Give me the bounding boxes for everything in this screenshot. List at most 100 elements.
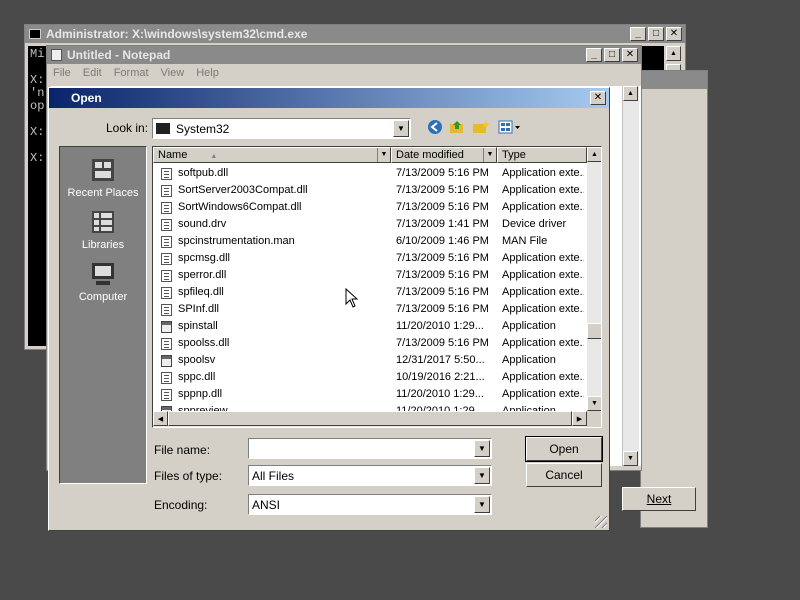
menu-edit[interactable]: Edit — [83, 67, 102, 79]
chevron-down-icon[interactable]: ▼ — [377, 148, 390, 162]
look-in-dropdown[interactable]: System32 ▼ — [152, 118, 411, 139]
notepad-close-button[interactable]: ✕ — [622, 48, 638, 62]
view-menu-icon[interactable] — [497, 118, 523, 136]
file-type-dropdown[interactable]: All Files ▼ — [248, 465, 492, 486]
file-row[interactable]: sppnp.dll 11/20/2010 1:29... Application e… — [153, 386, 585, 403]
menu-file[interactable]: File — [53, 67, 71, 79]
place-label: Computer — [78, 291, 128, 303]
file-row[interactable]: spcinstrumentation.man 6/10/2009 1:46 PM M… — [153, 233, 585, 250]
chevron-down-icon[interactable]: ▼ — [483, 148, 496, 162]
cmd-close-button[interactable]: ✕ — [666, 27, 682, 41]
file-icon — [161, 218, 172, 231]
open-button[interactable]: Open — [525, 436, 603, 462]
file-name-text: SPInf.dll — [178, 303, 219, 315]
chevron-down-icon[interactable]: ▼ — [474, 496, 490, 513]
notepad-app-icon — [51, 49, 62, 61]
menu-view[interactable]: View — [161, 67, 185, 79]
cmd-scroll-up-icon[interactable]: ▲ — [666, 46, 681, 61]
file-name-input[interactable]: ▼ — [248, 438, 492, 459]
file-row[interactable]: spcmsg.dll 7/13/2009 5:16 PM Application e… — [153, 250, 585, 267]
file-date-cell: 11/20/2010 1:29... — [396, 388, 484, 400]
file-name-cell: sperror.dll — [161, 267, 391, 284]
resize-grip-icon[interactable] — [595, 516, 607, 528]
file-name-label: File name: — [154, 443, 211, 457]
file-type-cell: Application exte... — [502, 201, 584, 213]
next-button[interactable]: Next — [622, 487, 696, 511]
notepad-scroll-up-icon[interactable]: ▲ — [623, 86, 638, 101]
menu-format[interactable]: Format — [114, 67, 149, 79]
notepad-scroll-down-icon[interactable]: ▼ — [623, 451, 638, 466]
back-icon[interactable] — [425, 118, 445, 136]
cmd-maximize-button[interactable]: □ — [648, 27, 664, 41]
file-row[interactable]: SortWindows6Compat.dll 7/13/2009 5:16 PM A… — [153, 199, 585, 216]
up-folder-icon[interactable] — [447, 118, 467, 136]
file-icon — [161, 167, 172, 180]
file-row[interactable]: sperror.dll 7/13/2009 5:16 PM Application … — [153, 267, 585, 284]
scroll-up-icon[interactable]: ▲ — [587, 147, 601, 162]
file-row[interactable]: spfileq.dll 7/13/2009 5:16 PM Application … — [153, 284, 585, 301]
scroll-left-icon[interactable]: ◀ — [153, 411, 168, 426]
chevron-down-icon[interactable]: ▼ — [474, 467, 490, 484]
file-name-cell: spoolss.dll — [161, 335, 391, 352]
background-window-title-bar[interactable] — [641, 71, 707, 89]
chevron-down-icon[interactable]: ▼ — [474, 440, 490, 457]
scroll-right-icon[interactable]: ▶ — [572, 411, 587, 426]
recent-places-icon — [90, 157, 116, 183]
horizontal-scroll-thumb[interactable] — [168, 411, 572, 426]
notepad-maximize-button[interactable]: □ — [604, 48, 620, 62]
file-name-text: SortServer2003Compat.dll — [178, 184, 308, 196]
file-name-text: spfileq.dll — [178, 286, 224, 298]
chevron-down-icon[interactable]: ▼ — [393, 120, 409, 137]
file-row[interactable]: sound.drv 7/13/2009 1:41 PM Device driver — [153, 216, 585, 233]
open-dialog-close-button[interactable]: ✕ — [590, 91, 606, 105]
file-name-text: sound.drv — [178, 218, 227, 230]
notepad-title: Untitled - Notepad — [67, 48, 171, 62]
file-list-vertical-scrollbar[interactable]: ▲ ▼ — [587, 147, 601, 411]
vertical-scroll-thumb[interactable] — [587, 323, 601, 339]
column-header-date-modified[interactable]: Date modified ▼ — [391, 147, 497, 163]
file-icon — [161, 201, 172, 214]
file-name-text: sppnp.dll — [178, 388, 223, 400]
file-list[interactable]: Name ▲ ▼ Date modified ▼ Type softpub.dl… — [152, 146, 602, 428]
file-icon — [161, 388, 172, 401]
file-row[interactable]: spinstall 11/20/2010 1:29... Application — [153, 318, 585, 335]
scroll-down-icon[interactable]: ▼ — [587, 396, 601, 411]
cmd-minimize-button[interactable]: _ — [630, 27, 646, 41]
file-icon — [161, 286, 172, 299]
file-name-text: SortWindows6Compat.dll — [178, 201, 302, 213]
file-list-horizontal-scrollbar[interactable]: ◀ ▶ — [153, 411, 587, 427]
notepad-title-bar[interactable]: Untitled - Notepad _ □ ✕ — [47, 46, 641, 64]
column-header-name[interactable]: Name ▲ ▼ — [153, 147, 391, 163]
file-name-cell: sppnp.dll — [161, 386, 391, 403]
new-folder-icon[interactable] — [471, 118, 491, 136]
place-recent-places[interactable]: Recent Places — [60, 157, 146, 199]
place-computer[interactable]: Computer — [60, 261, 146, 303]
file-name-cell: spoolsv — [161, 352, 391, 369]
file-type-value: All Files — [252, 468, 295, 483]
file-row[interactable]: spoolsv 12/31/2017 5:50... Application — [153, 352, 585, 369]
file-date-cell: 7/13/2009 5:16 PM — [396, 303, 489, 315]
file-row[interactable]: SPInf.dll 7/13/2009 5:16 PM Application ex… — [153, 301, 585, 318]
file-name-text: spcmsg.dll — [178, 252, 230, 264]
file-row[interactable]: sppc.dll 10/19/2016 2:21... Application ex… — [153, 369, 585, 386]
open-dialog-title-bar[interactable]: Open ✕ — [49, 88, 609, 108]
libraries-icon — [90, 209, 116, 235]
file-date-cell: 10/19/2016 2:21... — [396, 371, 485, 383]
encoding-dropdown[interactable]: ANSI ▼ — [248, 494, 492, 515]
place-libraries[interactable]: Libraries — [60, 209, 146, 251]
file-row[interactable]: SortServer2003Compat.dll 7/13/2009 5:16 P… — [153, 182, 585, 199]
notepad-scrollbar[interactable]: ▲ ▼ — [622, 86, 639, 466]
next-button-label: Next — [646, 492, 672, 506]
menu-help[interactable]: Help — [196, 67, 219, 79]
cmd-title-bar[interactable]: Administrator: X:\windows\system32\cmd.e… — [25, 25, 685, 43]
column-header-type[interactable]: Type — [497, 147, 587, 163]
file-name-cell: spinstall — [161, 318, 391, 335]
cancel-button[interactable]: Cancel — [526, 463, 602, 487]
file-icon — [161, 252, 172, 265]
file-type-cell: Application — [502, 354, 556, 366]
notepad-minimize-button[interactable]: _ — [586, 48, 602, 62]
file-row[interactable]: softpub.dll 7/13/2009 5:16 PM Application … — [153, 165, 585, 182]
file-row[interactable]: spoolss.dll 7/13/2009 5:16 PM Application … — [153, 335, 585, 352]
look-in-label: Look in: — [106, 121, 149, 135]
file-type-cell: Device driver — [502, 218, 567, 230]
